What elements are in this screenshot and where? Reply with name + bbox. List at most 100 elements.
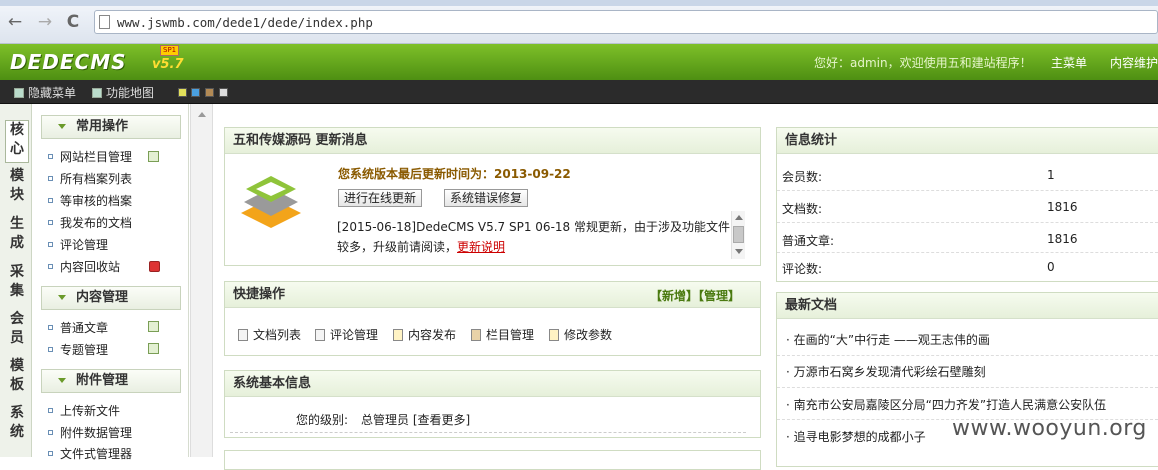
edit-icon <box>393 329 403 341</box>
bullet-icon <box>48 242 53 247</box>
hide-menu-button[interactable]: 隐藏菜单 <box>14 84 76 101</box>
section-title: 常用操作 <box>76 119 129 134</box>
quick-columns[interactable]: 栏目管理 <box>471 326 534 343</box>
panel-title: 系统基本信息 <box>225 371 760 397</box>
collapse-icon <box>58 124 66 129</box>
menu-item-label: 网站栏目管理 <box>60 150 133 164</box>
top-toolbar <box>0 80 1158 104</box>
bullet-icon <box>48 220 53 225</box>
quick-add-manage-links[interactable]: 【新增】【管理】 <box>650 287 740 304</box>
latest-doc-item[interactable]: · 追寻电影梦想的成都小子 <box>786 428 926 445</box>
online-update-button[interactable]: 进行在线更新 <box>338 189 423 207</box>
panel-title: 信息统计 <box>777 128 1158 154</box>
section-attachment[interactable]: 附件管理 <box>41 369 181 393</box>
stat-docs-value: 1816 <box>1047 200 1078 214</box>
section-common[interactable]: 常用操作 <box>41 115 181 139</box>
forward-button[interactable]: → <box>34 11 56 33</box>
delete-icon[interactable] <box>149 261 160 272</box>
menu-item-column-manage[interactable]: 网站栏目管理 <box>48 149 132 165</box>
frame-scrollbar[interactable] <box>190 104 213 457</box>
quick-settings[interactable]: 修改参数 <box>549 326 612 343</box>
menu-item-label: 内容回收站 <box>60 260 121 274</box>
tab-core[interactable]: 核心 <box>5 120 29 163</box>
add-icon[interactable] <box>148 343 159 354</box>
theme-swatch-yellow[interactable] <box>178 88 187 97</box>
menu-item-label: 所有档案列表 <box>60 172 133 186</box>
tab-module[interactable]: 模块 <box>5 166 29 209</box>
reload-button[interactable]: C <box>62 11 84 33</box>
menu-item-file-manager[interactable]: 文件式管理器 <box>48 446 132 462</box>
document-icon <box>238 329 248 341</box>
back-button[interactable]: ← <box>4 11 26 33</box>
menu-item-topic[interactable]: 专题管理 <box>48 342 108 358</box>
logo: DEDECMS <box>10 50 127 74</box>
main-menu-link[interactable]: 主菜单 <box>1051 54 1087 71</box>
tab-member[interactable]: 会员 <box>5 309 29 352</box>
menu-item-article[interactable]: 普通文章 <box>48 320 108 336</box>
scroll-up-icon <box>198 112 206 117</box>
latest-doc-item[interactable]: · 在画的“大”中行走 ——观王志伟的画 <box>786 331 990 348</box>
news-scrollbar[interactable] <box>731 211 745 259</box>
divider <box>777 222 1158 223</box>
bullet-icon <box>48 347 53 352</box>
menu-item-my-docs[interactable]: 我发布的文档 <box>48 215 132 231</box>
divider <box>777 355 1158 356</box>
theme-swatch-gray[interactable] <box>219 88 228 97</box>
menu-item-comments[interactable]: 评论管理 <box>48 237 108 253</box>
content-maint-link[interactable]: 内容维护 <box>1110 54 1158 71</box>
menu-item-pending-docs[interactable]: 等审核的档案 <box>48 193 132 209</box>
add-icon[interactable] <box>148 151 159 162</box>
menu-item-recycle[interactable]: 内容回收站 <box>48 259 120 275</box>
level-value[interactable]: 总管理员 [查看更多] <box>361 411 470 428</box>
divider <box>777 190 1158 191</box>
tab-generate[interactable]: 生成 <box>5 214 29 257</box>
bullet-icon <box>48 176 53 181</box>
update-news: [2015-06-18]DedeCMS V5.7 SP1 06-18 常规更新，… <box>337 209 732 257</box>
hide-menu-label: 隐藏菜单 <box>28 86 77 100</box>
menu-item-upload[interactable]: 上传新文件 <box>48 403 120 419</box>
menu-item-label: 普通文章 <box>60 321 109 335</box>
news-text: [2015-06-18]DedeCMS V5.7 SP1 06-18 常规更新，… <box>337 220 730 254</box>
version-badge: SP1 <box>160 45 180 56</box>
theme-swatch-brown[interactable] <box>205 88 214 97</box>
section-content[interactable]: 内容管理 <box>41 286 181 310</box>
quick-label: 文档列表 <box>253 328 302 342</box>
divider <box>777 387 1158 388</box>
bullet-icon <box>48 264 53 269</box>
menu-item-all-docs[interactable]: 所有档案列表 <box>48 171 132 187</box>
menu-item-attach-data[interactable]: 附件数据管理 <box>48 425 132 441</box>
menu-item-label: 上传新文件 <box>60 404 121 418</box>
quick-publish[interactable]: 内容发布 <box>393 326 456 343</box>
address-bar[interactable]: www.jswmb.com/dede1/dede/index.php <box>94 10 1158 34</box>
columns-icon <box>471 329 481 341</box>
tab-template[interactable]: 模板 <box>5 356 29 399</box>
bullet-icon <box>48 408 53 413</box>
menu-item-label: 等审核的档案 <box>60 194 133 208</box>
update-notes-link[interactable]: 更新说明 <box>457 240 505 254</box>
menu-item-label: 评论管理 <box>60 238 109 252</box>
menu-icon <box>14 88 24 98</box>
scroll-up-icon <box>735 215 743 220</box>
tab-system[interactable]: 系统 <box>5 403 29 446</box>
bullet-icon <box>48 451 53 456</box>
tab-strip <box>0 0 1158 6</box>
theme-swatch-blue[interactable] <box>191 88 200 97</box>
scroll-thumb[interactable] <box>733 226 744 243</box>
edit-icon <box>549 329 559 341</box>
quick-comments[interactable]: 评论管理 <box>315 326 378 343</box>
stat-articles-value: 1816 <box>1047 232 1078 246</box>
site-map-button[interactable]: 功能地图 <box>92 84 154 101</box>
latest-doc-item[interactable]: · 南充市公安局嘉陵区分局“四力齐发”打造人民满意公安队伍 <box>786 396 1106 413</box>
stat-members-label: 会员数: <box>782 170 823 184</box>
welcome-text: 您好：admin，欢迎使用五和建站程序！ <box>814 56 1032 70</box>
error-fix-button[interactable]: 系统错误修复 <box>444 189 529 207</box>
update-news-box: [2015-06-18]DedeCMS V5.7 SP1 06-18 常规更新，… <box>337 209 732 259</box>
quick-doc-list[interactable]: 文档列表 <box>238 326 301 343</box>
page-icon <box>99 15 110 29</box>
stat-comments-label: 评论数: <box>782 262 823 276</box>
add-icon[interactable] <box>148 321 159 332</box>
tab-collect[interactable]: 采集 <box>5 262 29 305</box>
watermark: www.wooyun.org <box>952 416 1147 441</box>
latest-doc-item[interactable]: · 万源市石窝乡发现清代彩绘石壁雕刻 <box>786 363 986 380</box>
menu-item-label: 我发布的文档 <box>60 216 133 230</box>
